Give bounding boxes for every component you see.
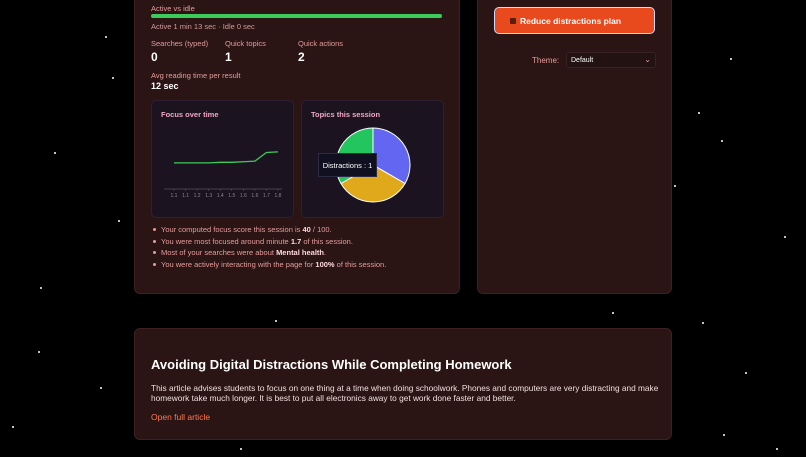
session-insights-list: Your computed focus score this session i… <box>149 224 386 270</box>
activity-status: Active 1 min 13 sec · Idle 0 sec <box>151 22 255 31</box>
stat-label-searches: Searches (typed) <box>151 39 209 48</box>
theme-select[interactable]: Default ⌄ <box>566 52 656 68</box>
star <box>54 152 56 154</box>
insight-text: You were most focused around minute <box>161 236 291 246</box>
x-tick-label: 1.1 <box>182 193 189 199</box>
star <box>745 372 747 374</box>
insight-highlight: 40 <box>302 225 311 234</box>
reduce-distractions-button[interactable]: Reduce distractions plan <box>494 7 655 34</box>
reading-time-label: Avg reading time per result <box>151 71 241 80</box>
star <box>275 320 277 322</box>
theme-label: Theme: <box>532 56 560 65</box>
star <box>723 434 725 436</box>
insight-item: You were most focused around minute 1.7 … <box>152 236 386 248</box>
focus-chart-card: Focus over time 1.1 1.1 1.2 1.3 1.4 1.5 1.6 1.6… <box>151 100 294 218</box>
insight-text: / 100. <box>310 225 332 234</box>
insight-item: Most of your searches were about Mental … <box>152 247 386 259</box>
star <box>40 287 42 289</box>
star <box>674 185 676 187</box>
star <box>118 220 120 222</box>
side-panel <box>477 0 672 294</box>
activity-title: Active vs idle <box>151 4 195 13</box>
stat-label-quick-actions: Quick actions <box>298 39 344 48</box>
insight-item: You were actively interacting with the p… <box>152 259 387 271</box>
x-tick-label: 1.7 <box>263 193 270 199</box>
star <box>100 387 102 389</box>
insight-highlight: Mental health <box>276 248 324 257</box>
insight-text: Most of your searches were about <box>161 248 277 257</box>
x-tick-label: 1.8 <box>275 193 282 199</box>
plan-icon <box>510 17 516 24</box>
insight-text: . <box>324 248 327 257</box>
x-tick-label: 1.6 <box>240 193 247 199</box>
reduce-distractions-label: Reduce distractions plan <box>520 15 622 26</box>
stat-value-quick-actions: 2 <box>298 50 305 64</box>
chevron-down-icon: ⌄ <box>644 55 651 64</box>
star <box>698 112 700 114</box>
article-title: Avoiding Digital Distractions While Comp… <box>151 357 512 372</box>
insight-text: You were actively interacting with the p… <box>161 259 316 269</box>
stat-value-quick-topics: 1 <box>225 50 232 64</box>
insight-text: of this session. <box>334 259 387 269</box>
stat-value-searches: 0 <box>151 50 158 64</box>
activity-progress-track <box>151 14 442 18</box>
pie-tooltip: Distractions : 1 <box>318 153 377 177</box>
star <box>12 426 14 428</box>
star <box>730 58 732 60</box>
open-full-article-link[interactable]: Open full article <box>151 412 210 422</box>
insight-highlight: 100% <box>315 259 335 269</box>
article-summary: This article advises students to focus o… <box>151 383 659 403</box>
x-tick-label: 1.4 <box>217 193 224 199</box>
insight-highlight: 1.7 <box>290 236 302 246</box>
star <box>612 312 614 314</box>
x-tick-label: 1.1 <box>171 193 178 199</box>
star <box>38 351 40 353</box>
star <box>112 77 114 79</box>
x-tick-label: 1.5 <box>228 193 235 199</box>
star <box>721 140 723 142</box>
insight-text: of this session. <box>301 236 353 246</box>
reading-time-value: 12 sec <box>151 81 179 91</box>
focus-series-line <box>174 151 279 164</box>
topics-chart-card: Topics this session Distractions : 1 <box>301 100 444 218</box>
star <box>784 236 786 238</box>
insight-text: Your computed focus score this session i… <box>161 225 303 234</box>
focus-line-chart: 1.1 1.1 1.2 1.3 1.4 1.5 1.6 1.6 1.7 1.8 <box>164 151 282 199</box>
star <box>776 448 778 450</box>
stat-label-quick-topics: Quick topics <box>225 39 266 48</box>
theme-select-value: Default <box>571 57 594 64</box>
activity-progress-fill <box>151 14 442 18</box>
star <box>105 36 107 38</box>
star <box>702 322 704 324</box>
x-tick-label: 1.3 <box>205 193 212 199</box>
x-tick-label: 1.2 <box>194 193 201 199</box>
star <box>240 448 242 450</box>
insight-item: Your computed focus score this session i… <box>152 224 386 236</box>
x-tick-label: 1.6 <box>251 193 258 199</box>
